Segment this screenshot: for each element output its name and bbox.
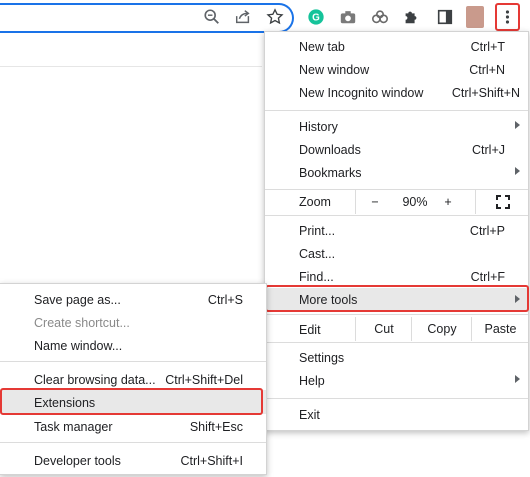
bookmark-star-icon[interactable]: [265, 7, 285, 27]
submenu-item-shortcut: Ctrl+S: [207, 293, 243, 307]
menu-item-history[interactable]: History: [265, 116, 528, 139]
copy-button[interactable]: Copy: [411, 317, 472, 341]
menu-item-shortcut: Ctrl+F: [470, 270, 505, 284]
submenu-item-label: Clear browsing data...: [34, 373, 156, 387]
menu-item-print[interactable]: Print... Ctrl+P: [265, 220, 528, 243]
submenu-item-shortcut: Ctrl+Shift+I: [180, 454, 243, 468]
cut-label: Cut: [374, 322, 394, 336]
menu-item-shortcut: Ctrl+J: [472, 143, 505, 157]
submenu-item-label: Task manager: [34, 420, 113, 434]
submenu-item-task-manager[interactable]: Task manager Shift+Esc: [0, 415, 266, 438]
menu-item-label: New window: [299, 63, 370, 77]
link-extension-icon[interactable]: [370, 7, 390, 27]
submenu-item-label: Developer tools: [34, 454, 121, 468]
submenu-item-shortcut: Shift+Esc: [189, 420, 243, 434]
zoom-out-button[interactable]: −: [355, 190, 394, 214]
paste-button[interactable]: Paste: [471, 317, 529, 341]
zoom-label: Zoom: [299, 195, 331, 209]
zoom-level: 90%: [393, 190, 437, 214]
chrome-main-menu: New tab Ctrl+T New window Ctrl+N New Inc…: [264, 31, 529, 431]
zoom-out-label: −: [371, 195, 379, 209]
menu-item-label: Exit: [299, 408, 320, 422]
cut-button[interactable]: Cut: [355, 317, 412, 341]
menu-item-label: Help: [299, 374, 325, 388]
menu-item-settings[interactable]: Settings: [265, 347, 528, 370]
submenu-item-label: Save page as...: [34, 293, 121, 307]
menu-item-label: Bookmarks: [299, 166, 362, 180]
profile-avatar[interactable]: [466, 6, 484, 28]
side-panel-icon[interactable]: [435, 7, 455, 27]
menu-item-help[interactable]: Help: [265, 370, 528, 393]
grammarly-icon[interactable]: G: [306, 7, 326, 27]
more-tools-submenu: Save page as... Ctrl+S Create shortcut..…: [0, 283, 267, 475]
menu-separator: [265, 314, 528, 315]
extensions-highlight: [0, 388, 263, 415]
submenu-arrow-icon: [515, 375, 520, 383]
submenu-arrow-icon: [515, 121, 520, 129]
menu-separator: [265, 398, 528, 399]
submenu-item-save-page[interactable]: Save page as... Ctrl+S: [0, 288, 266, 311]
browser-toolbar: G: [0, 0, 530, 34]
menu-separator: [0, 361, 266, 362]
edit-row: Edit Cut Copy Paste: [265, 317, 528, 341]
menu-item-shortcut: Ctrl+N: [469, 63, 505, 77]
submenu-item-create-shortcut: Create shortcut...: [0, 311, 266, 334]
menu-separator: [265, 215, 528, 216]
menu-item-label: New Incognito window: [299, 86, 424, 100]
menu-item-label: Find...: [299, 270, 334, 284]
submenu-item-label: Create shortcut...: [34, 316, 130, 330]
menu-item-new-window[interactable]: New window Ctrl+N: [265, 59, 528, 82]
menu-item-cast[interactable]: Cast...: [265, 243, 528, 266]
svg-text:G: G: [312, 13, 320, 24]
submenu-item-name-window[interactable]: Name window...: [0, 334, 266, 357]
kebab-menu-button[interactable]: [495, 3, 520, 31]
menu-item-shortcut: Ctrl+P: [469, 224, 505, 238]
copy-label: Copy: [427, 322, 457, 336]
menu-item-label: Cast...: [299, 247, 336, 261]
menu-item-exit[interactable]: Exit: [265, 404, 528, 427]
edit-label: Edit: [299, 323, 321, 337]
menu-item-label: Print...: [299, 224, 336, 238]
zoom-in-label: +: [444, 195, 452, 209]
paste-label: Paste: [484, 322, 517, 336]
menu-item-new-incognito-window[interactable]: New Incognito window Ctrl+Shift+N: [265, 82, 528, 105]
zoom-icon[interactable]: [202, 7, 222, 27]
kebab-menu-icon: [505, 10, 510, 24]
menu-item-label: Settings: [299, 351, 345, 365]
camera-icon[interactable]: [338, 7, 358, 27]
menu-item-bookmarks[interactable]: Bookmarks: [265, 162, 528, 185]
puzzle-extensions-icon[interactable]: [401, 7, 421, 27]
fullscreen-button[interactable]: [475, 190, 529, 214]
menu-separator: [265, 110, 528, 111]
menu-separator: [0, 442, 266, 443]
menu-item-shortcut: Ctrl+T: [470, 40, 505, 54]
zoom-row: Zoom − 90% +: [265, 190, 528, 214]
menu-item-new-tab[interactable]: New tab Ctrl+T: [265, 36, 528, 59]
zoom-in-button[interactable]: +: [437, 190, 459, 214]
menu-item-label: Downloads: [299, 143, 361, 157]
menu-item-label: History: [299, 120, 338, 134]
submenu-item-developer-tools[interactable]: Developer tools Ctrl+Shift+I: [0, 449, 266, 472]
menu-item-shortcut: Ctrl+Shift+N: [451, 86, 520, 100]
submenu-item-label: Name window...: [34, 339, 123, 353]
fullscreen-icon: [495, 195, 510, 209]
page-divider: [0, 66, 262, 67]
zoom-value: 90%: [402, 195, 428, 209]
submenu-arrow-icon: [515, 167, 520, 175]
share-icon[interactable]: [233, 7, 253, 27]
menu-separator: [265, 342, 528, 343]
submenu-item-shortcut: Ctrl+Shift+Del: [165, 373, 243, 387]
menu-item-downloads[interactable]: Downloads Ctrl+J: [265, 139, 528, 162]
menu-item-label: New tab: [299, 40, 345, 54]
more-tools-highlight: [265, 285, 529, 312]
